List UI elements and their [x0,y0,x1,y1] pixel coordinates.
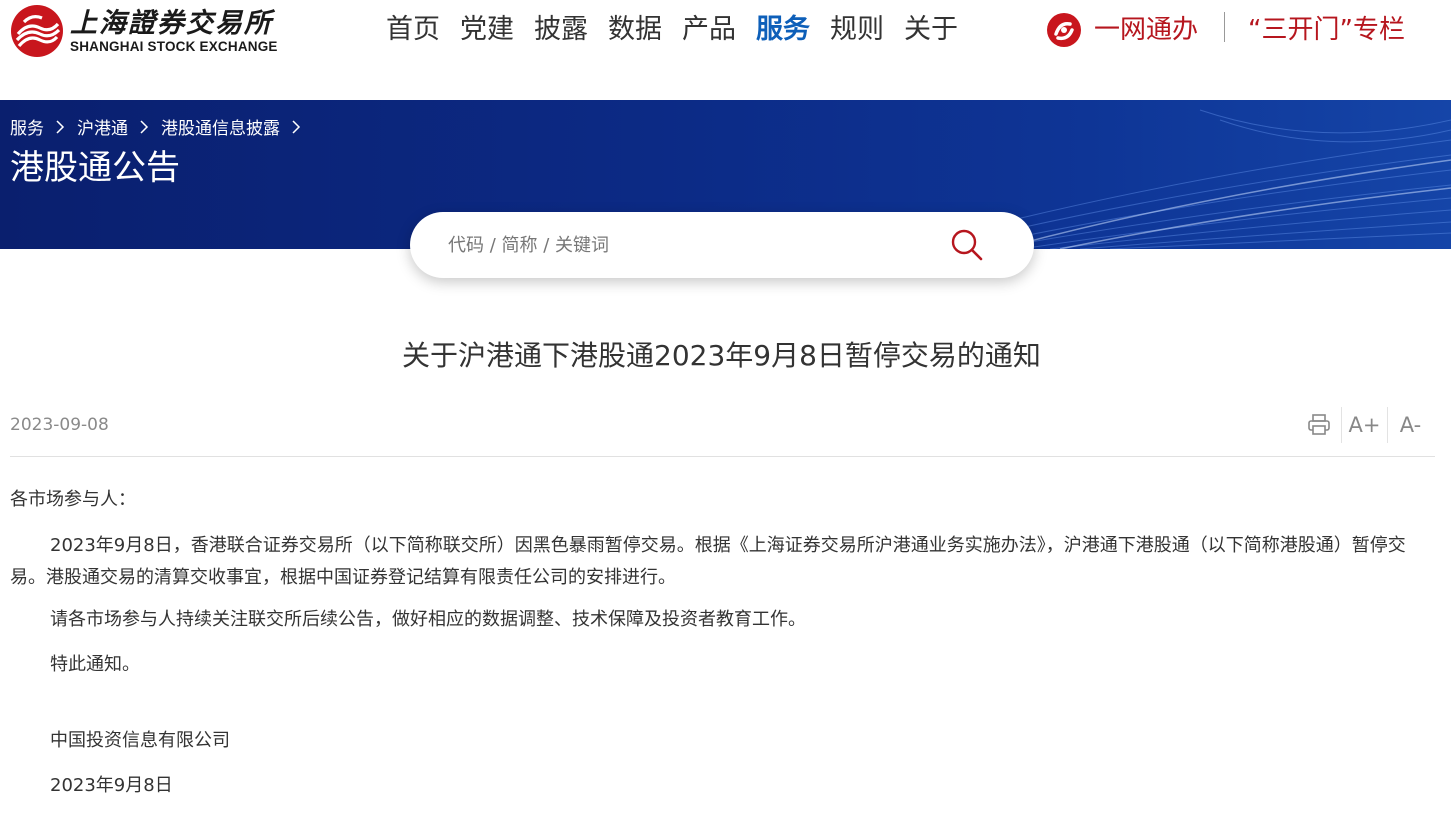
breadcrumb-item-disclosure[interactable]: 港股通信息披露 [161,114,280,139]
onenet-link[interactable]: 一网通办 [1046,10,1198,50]
nav-item-products[interactable]: 产品 [682,10,736,50]
search-box [410,212,1034,278]
nav-item-rules[interactable]: 规则 [830,10,884,50]
logo-name-cn: 上海證券交易所 [70,7,273,39]
nav-item-party[interactable]: 党建 [460,10,514,50]
font-decrease-button[interactable]: A- [1388,407,1433,443]
page-title: 港股通公告 [10,148,180,188]
sse-logo-icon [11,5,63,57]
signature-date: 2023年9月8日 [50,775,173,796]
breadcrumb-item-services[interactable]: 服务 [10,114,44,139]
logo-name-en: SHANGHAI STOCK EXCHANGE [70,38,278,54]
sankai-column-link[interactable]: “三开门”专栏 [1248,10,1405,50]
article-tools: A+ A- [1296,404,1433,446]
site-header: 上海證券交易所 SHANGHAI STOCK EXCHANGE 首页 党建 披露… [0,0,1451,100]
chevron-right-icon [292,119,301,134]
article-title: 关于沪港通下港股通2023年9月8日暂停交易的通知 [402,339,1041,372]
article-salutation: 各市场参与人： [10,489,136,510]
signature-organization: 中国投资信息有限公司 [50,730,230,751]
main-nav: 首页 党建 披露 数据 产品 服务 规则 关于 [386,10,978,50]
nav-item-disclosure[interactable]: 披露 [534,10,588,50]
breadcrumb: 服务 沪港通 港股通信息披露 [10,114,313,139]
nav-item-about[interactable]: 关于 [904,10,958,50]
breadcrumb-item-shhk-connect[interactable]: 沪港通 [77,114,128,139]
nav-item-data[interactable]: 数据 [608,10,662,50]
article-divider [10,456,1435,457]
sse-logo[interactable]: 上海證券交易所 SHANGHAI STOCK EXCHANGE [10,3,280,59]
article-paragraph: 2023年9月8日，香港联合证券交易所（以下简称联交所）因黑色暴雨暂停交易。根据… [10,535,1406,588]
chevron-right-icon [140,119,149,134]
search-input[interactable] [448,212,928,278]
article-paragraph: 特此通知。 [50,654,140,675]
chevron-right-icon [56,119,65,134]
header-divider [1224,12,1225,42]
print-button[interactable] [1296,407,1341,443]
article-paragraph: 请各市场参与人持续关注联交所后续公告，做好相应的数据调整、技术保障及投资者教育工… [50,609,806,630]
nav-item-home[interactable]: 首页 [386,10,440,50]
nav-item-services[interactable]: 服务 [756,10,810,50]
onenet-logo-icon [1047,13,1081,47]
font-increase-button[interactable]: A+ [1342,407,1387,443]
search-icon[interactable] [950,228,984,262]
onenet-label: 一网通办 [1094,15,1199,45]
article-date: 2023-09-08 [10,415,109,435]
printer-icon [1307,414,1330,435]
